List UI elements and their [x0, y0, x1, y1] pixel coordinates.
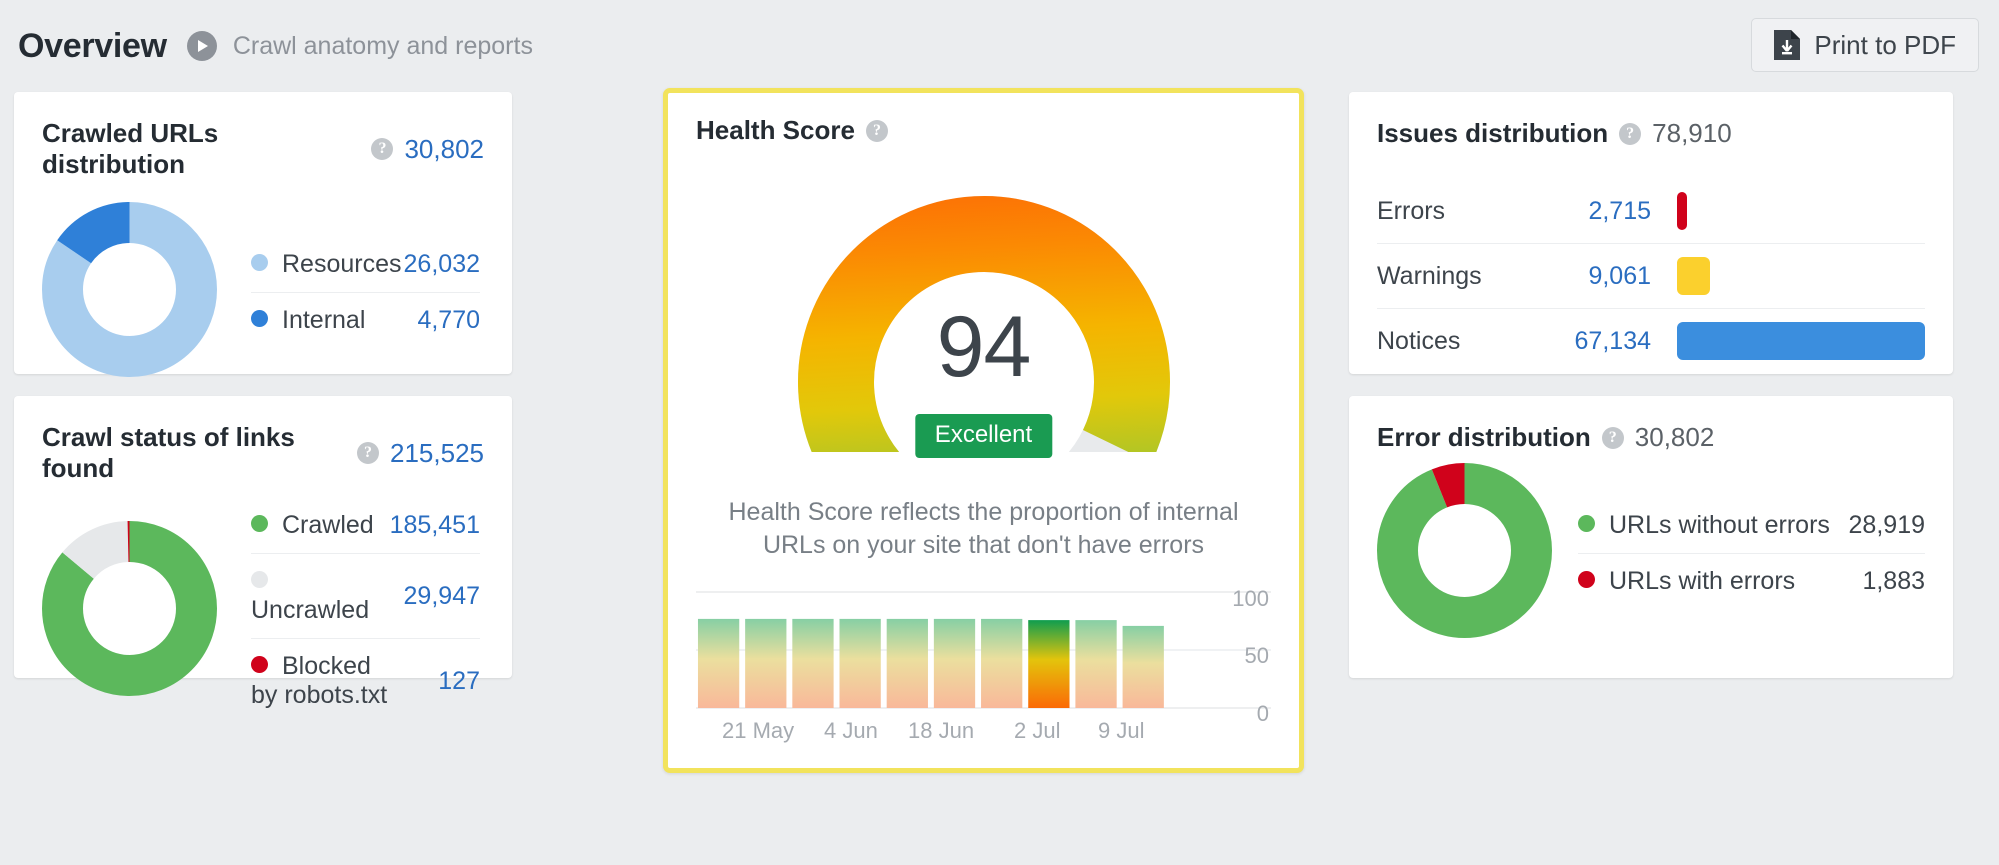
error-distribution-donut-chart: [1377, 463, 1552, 643]
legend-label-cell: Crawled: [251, 498, 390, 554]
health-score-history-chart: 100 50 0 21 May 4 Jun 18 Jun 2 Jul 9 Jul: [696, 590, 1271, 750]
legend-label: Crawled: [282, 511, 374, 539]
crawl-status-total[interactable]: 215,525: [390, 438, 484, 469]
legend-row[interactable]: Internal 4,770: [251, 292, 480, 348]
legend-row[interactable]: URLs with errors 1,883: [1578, 553, 1925, 609]
error-distribution-card: Error distribution ? 30,802 URL: [1349, 396, 1953, 678]
legend-row[interactable]: Resources 26,032: [251, 237, 480, 293]
issue-bar-cell: [1677, 244, 1925, 309]
question-mark-icon[interactable]: ?: [1602, 427, 1624, 449]
health-score-gauge: 94 Excellent: [696, 152, 1271, 452]
card-title: Crawl status of links found: [42, 422, 346, 484]
issue-value[interactable]: 2,715: [1547, 179, 1677, 244]
crawl-status-donut-chart: [42, 521, 217, 701]
legend-value[interactable]: 185,451: [390, 498, 480, 554]
table-row[interactable]: Warnings 9,061: [1377, 244, 1925, 309]
legend-color-dot: [1578, 571, 1595, 588]
legend-row[interactable]: Crawled 185,451: [251, 498, 480, 554]
question-mark-icon[interactable]: ?: [1619, 123, 1641, 145]
issue-bar-cell: [1677, 179, 1925, 244]
page-title: Overview: [18, 27, 167, 66]
play-circle-icon[interactable]: [187, 31, 217, 61]
legend-value[interactable]: 4,770: [403, 292, 480, 348]
issues-distribution-card: Issues distribution ? 78,910 Errors 2,71…: [1349, 92, 1953, 374]
legend-color-dot: [251, 310, 268, 327]
crawled-urls-header: Crawled URLs distribution ? 30,802: [42, 118, 484, 180]
print-to-pdf-button[interactable]: Print to PDF: [1751, 18, 1979, 72]
right-column: Issues distribution ? 78,910 Errors 2,71…: [1349, 92, 1953, 678]
crawled-urls-total[interactable]: 30,802: [404, 134, 484, 165]
crawled-urls-legend: Resources 26,032 Internal 4,770: [251, 237, 480, 348]
issue-label: Errors: [1377, 179, 1547, 244]
legend-label-cell: Internal: [251, 292, 403, 348]
legend-color-dot: [1578, 515, 1595, 532]
issue-value[interactable]: 9,061: [1547, 244, 1677, 309]
legend-label: URLs with errors: [1609, 567, 1795, 595]
question-mark-icon[interactable]: ?: [357, 442, 379, 464]
legend-value[interactable]: 26,032: [403, 237, 480, 293]
card-title: Issues distribution: [1377, 118, 1608, 149]
legend-label-cell: Blocked by robots.txt: [251, 639, 390, 724]
health-score-value: 94: [937, 304, 1031, 390]
errors-bar: [1677, 192, 1687, 230]
legend-value: 28,919: [1844, 498, 1925, 554]
health-score-card: Health Score ?: [663, 88, 1304, 773]
crawl-status-legend: Crawled 185,451 Uncrawled 29,947 Blocked…: [251, 498, 480, 723]
notices-bar: [1677, 322, 1925, 360]
legend-value[interactable]: 29,947: [390, 554, 480, 639]
card-title: Health Score: [696, 115, 855, 146]
crawled-urls-donut-chart: [42, 202, 217, 382]
card-title: Crawled URLs distribution: [42, 118, 360, 180]
legend-label-cell: URLs with errors: [1578, 553, 1844, 609]
question-mark-icon[interactable]: ?: [371, 138, 393, 160]
table-row[interactable]: Notices 67,134: [1377, 309, 1925, 374]
error-distribution-total: 30,802: [1635, 422, 1715, 453]
legend-label: Internal: [282, 306, 365, 334]
left-column: Crawled URLs distribution ? 30,802: [14, 92, 512, 678]
error-distribution-legend: URLs without errors 28,919 URLs with err…: [1578, 498, 1925, 609]
middle-column: Health Score ?: [663, 88, 1304, 773]
download-document-icon: [1774, 30, 1800, 60]
legend-label-cell: Uncrawled: [251, 554, 390, 639]
legend-label: Resources: [282, 250, 402, 278]
issue-label: Warnings: [1377, 244, 1547, 309]
error-distribution-header: Error distribution ? 30,802: [1377, 422, 1925, 453]
legend-color-dot: [251, 254, 268, 271]
print-to-pdf-label: Print to PDF: [1814, 30, 1956, 61]
history-bars: [698, 619, 1164, 708]
crawl-status-card: Crawl status of links found ? 215,525: [14, 396, 512, 678]
overview-dashboard: Overview Crawl anatomy and reports Print…: [0, 0, 1999, 865]
legend-color-dot: [251, 515, 268, 532]
issue-label: Notices: [1377, 309, 1547, 374]
page-header: Overview Crawl anatomy and reports Print…: [0, 0, 1999, 92]
table-row[interactable]: Errors 2,715: [1377, 179, 1925, 244]
issue-value[interactable]: 67,134: [1547, 309, 1677, 374]
legend-label: Blocked by robots.txt: [251, 652, 387, 709]
legend-value: 1,883: [1844, 553, 1925, 609]
legend-color-dot: [251, 571, 268, 588]
legend-row[interactable]: Blocked by robots.txt 127: [251, 639, 480, 724]
legend-value[interactable]: 127: [390, 639, 480, 724]
issues-distribution-header: Issues distribution ? 78,910: [1377, 118, 1925, 149]
legend-label: URLs without errors: [1609, 511, 1830, 539]
legend-row[interactable]: Uncrawled 29,947: [251, 554, 480, 639]
legend-label-cell: URLs without errors: [1578, 498, 1844, 554]
issue-bar-cell: [1677, 309, 1925, 374]
page-subtitle: Crawl anatomy and reports: [233, 32, 533, 61]
card-title: Error distribution: [1377, 422, 1591, 453]
warnings-bar: [1677, 257, 1710, 295]
crawled-urls-distribution-card: Crawled URLs distribution ? 30,802: [14, 92, 512, 374]
issues-distribution-table: Errors 2,715 Warnings 9,061 Notices 67,1…: [1377, 179, 1925, 373]
legend-color-dot: [251, 656, 268, 673]
legend-label: Uncrawled: [251, 596, 369, 624]
health-score-header: Health Score ?: [696, 115, 1271, 146]
health-score-badge: Excellent: [915, 414, 1052, 458]
issues-total: 78,910: [1652, 118, 1732, 149]
legend-row[interactable]: URLs without errors 28,919: [1578, 498, 1925, 554]
legend-label-cell: Resources: [251, 237, 403, 293]
crawl-status-header: Crawl status of links found ? 215,525: [42, 422, 484, 484]
question-mark-icon[interactable]: ?: [866, 120, 888, 142]
health-score-description: Health Score reflects the proportion of …: [696, 496, 1271, 563]
